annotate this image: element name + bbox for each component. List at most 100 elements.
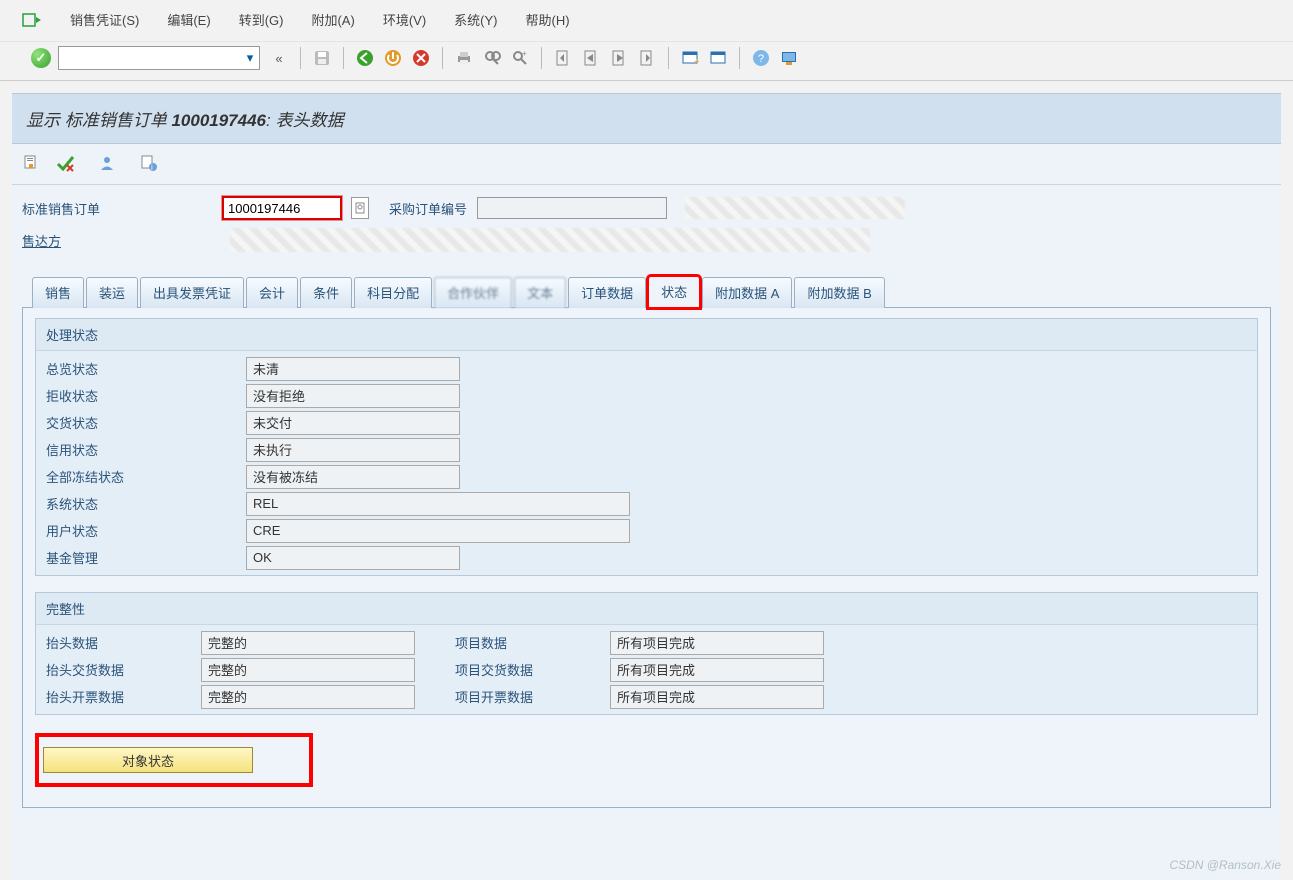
save-icon[interactable] [311, 47, 333, 69]
tab-orderdata[interactable]: 订单数据 [568, 277, 646, 308]
processing-label: 系统状态 [46, 494, 246, 513]
svg-text:?: ? [758, 53, 764, 65]
page-title: 显示 标准销售订单 1000197446: 表头数据 [12, 93, 1281, 144]
processing-row: 信用状态未执行 [36, 436, 1257, 463]
app-menu-icon[interactable] [22, 11, 42, 29]
soldto-label[interactable]: 售达方 [22, 231, 212, 250]
tab-sales[interactable]: 销售 [32, 277, 84, 308]
tab-conditions[interactable]: 条件 [300, 277, 352, 308]
redacted-region-2 [230, 228, 870, 252]
tab-add-a[interactable]: 附加数据 A [702, 277, 792, 308]
help-icon[interactable]: ? [750, 47, 772, 69]
po-input[interactable] [477, 197, 667, 219]
back-icon[interactable] [354, 47, 376, 69]
print-icon[interactable] [453, 47, 475, 69]
processing-label: 交货状态 [46, 413, 246, 432]
title-doc: 1000197446 [171, 111, 266, 130]
processing-row: 基金管理OK [36, 544, 1257, 571]
tab-status[interactable]: 状态 [648, 276, 700, 308]
title-suffix: : 表头数据 [266, 111, 343, 130]
first-page-icon[interactable] [552, 47, 574, 69]
redacted-region [685, 197, 905, 219]
processing-label: 全部冻结状态 [46, 467, 246, 486]
last-page-icon[interactable] [636, 47, 658, 69]
processing-value: 没有被冻结 [246, 465, 460, 489]
processing-row: 总览状态未清 [36, 355, 1257, 382]
processing-label: 总览状态 [46, 359, 246, 378]
completeness-label-left: 抬头开票数据 [46, 687, 201, 706]
tab-add-b[interactable]: 附加数据 B [794, 277, 884, 308]
app-toolbar: i [12, 144, 1281, 185]
object-status-button[interactable]: 对象状态 [43, 747, 253, 773]
processing-row: 系统状态REL [36, 490, 1257, 517]
main-area: 标准销售订单 采购订单编号 售达方 销售 装运 出具发票凭证 会计 条件 科目分… [12, 185, 1281, 880]
menu-help[interactable]: 帮助(H) [526, 10, 570, 29]
completeness-label-right: 项目交货数据 [455, 660, 610, 679]
completeness-value-left: 完整的 [201, 658, 415, 682]
processing-row: 拒收状态没有拒绝 [36, 382, 1257, 409]
completeness-row: 抬头交货数据完整的 项目交货数据所有项目完成 [36, 656, 1257, 683]
combo-dropdown-icon[interactable]: ▾ [241, 47, 259, 69]
enter-icon[interactable]: ✓ [30, 47, 52, 69]
find-icon[interactable] [481, 47, 503, 69]
menu-extras[interactable]: 附加(A) [311, 10, 354, 29]
menu-edit[interactable]: 编辑(E) [167, 10, 210, 29]
command-input[interactable] [59, 48, 241, 68]
completeness-row: 抬头开票数据完整的 项目开票数据所有项目完成 [36, 683, 1257, 710]
po-label: 采购订单编号 [389, 199, 467, 218]
group-processing-title: 处理状态 [36, 319, 1257, 351]
tab-accounting[interactable]: 会计 [246, 277, 298, 308]
release-check-icon[interactable] [54, 152, 76, 174]
csdn-watermark: CSDN @Ranson.Xie [1169, 858, 1281, 872]
menu-goto[interactable]: 转到(G) [239, 10, 284, 29]
command-combo[interactable]: ▾ [58, 46, 260, 70]
processing-row: 全部冻结状态没有被冻结 [36, 463, 1257, 490]
processing-value: 未执行 [246, 438, 460, 462]
next-page-icon[interactable] [608, 47, 630, 69]
completeness-label-right: 项目开票数据 [455, 687, 610, 706]
order-f4-icon[interactable] [351, 197, 369, 219]
completeness-value-right: 所有项目完成 [610, 631, 824, 655]
tab-accassign[interactable]: 科目分配 [354, 277, 432, 308]
processing-label: 基金管理 [46, 548, 246, 567]
processing-value: 没有拒绝 [246, 384, 460, 408]
history-back-icon[interactable]: « [268, 47, 290, 69]
completeness-value-left: 完整的 [201, 631, 415, 655]
partner-icon[interactable] [96, 152, 118, 174]
group-completeness-title: 完整性 [36, 593, 1257, 625]
cancel-icon[interactable] [410, 47, 432, 69]
standard-toolbar: ✓ ▾ « + + ? [0, 42, 1293, 81]
processing-label: 拒收状态 [46, 386, 246, 405]
layout-icon[interactable] [778, 47, 800, 69]
completeness-label-right: 项目数据 [455, 633, 610, 652]
completeness-value-left: 完整的 [201, 685, 415, 709]
menu-system[interactable]: 系统(Y) [454, 10, 497, 29]
tab-partners[interactable]: 合作伙伴 [434, 277, 512, 308]
exit-icon[interactable] [382, 47, 404, 69]
shortcut-icon[interactable] [707, 47, 729, 69]
tab-shipping[interactable]: 装运 [86, 277, 138, 308]
find-next-icon[interactable]: + [509, 47, 531, 69]
display-change-icon[interactable] [22, 152, 44, 174]
processing-label: 信用状态 [46, 440, 246, 459]
order-label: 标准销售订单 [22, 199, 212, 218]
new-session-icon[interactable]: + [679, 47, 701, 69]
prev-page-icon[interactable] [580, 47, 602, 69]
header-fields: 标准销售订单 采购订单编号 售达方 [12, 189, 1281, 267]
title-prefix: 显示 标准销售订单 [26, 111, 171, 130]
tab-texts[interactable]: 文本 [514, 277, 566, 308]
menu-sales-doc[interactable]: 销售凭证(S) [70, 10, 139, 29]
completeness-label-left: 抬头交货数据 [46, 660, 201, 679]
completeness-value-right: 所有项目完成 [610, 658, 824, 682]
processing-value: CRE [246, 519, 630, 543]
tab-billing[interactable]: 出具发票凭证 [140, 277, 244, 308]
menu-bar: 销售凭证(S) 编辑(E) 转到(G) 附加(A) 环境(V) 系统(Y) 帮助… [0, 0, 1293, 42]
services-icon[interactable]: i [138, 152, 160, 174]
completeness-value-right: 所有项目完成 [610, 685, 824, 709]
menu-environment[interactable]: 环境(V) [383, 10, 426, 29]
processing-label: 用户状态 [46, 521, 246, 540]
order-number-input[interactable] [222, 196, 342, 220]
tab-strip: 销售 装运 出具发票凭证 会计 条件 科目分配 合作伙伴 文本 订单数据 状态 … [12, 275, 1281, 307]
tab-status-body: 处理状态 总览状态未清拒收状态没有拒绝交货状态未交付信用状态未执行全部冻结状态没… [22, 307, 1271, 808]
processing-row: 交货状态未交付 [36, 409, 1257, 436]
